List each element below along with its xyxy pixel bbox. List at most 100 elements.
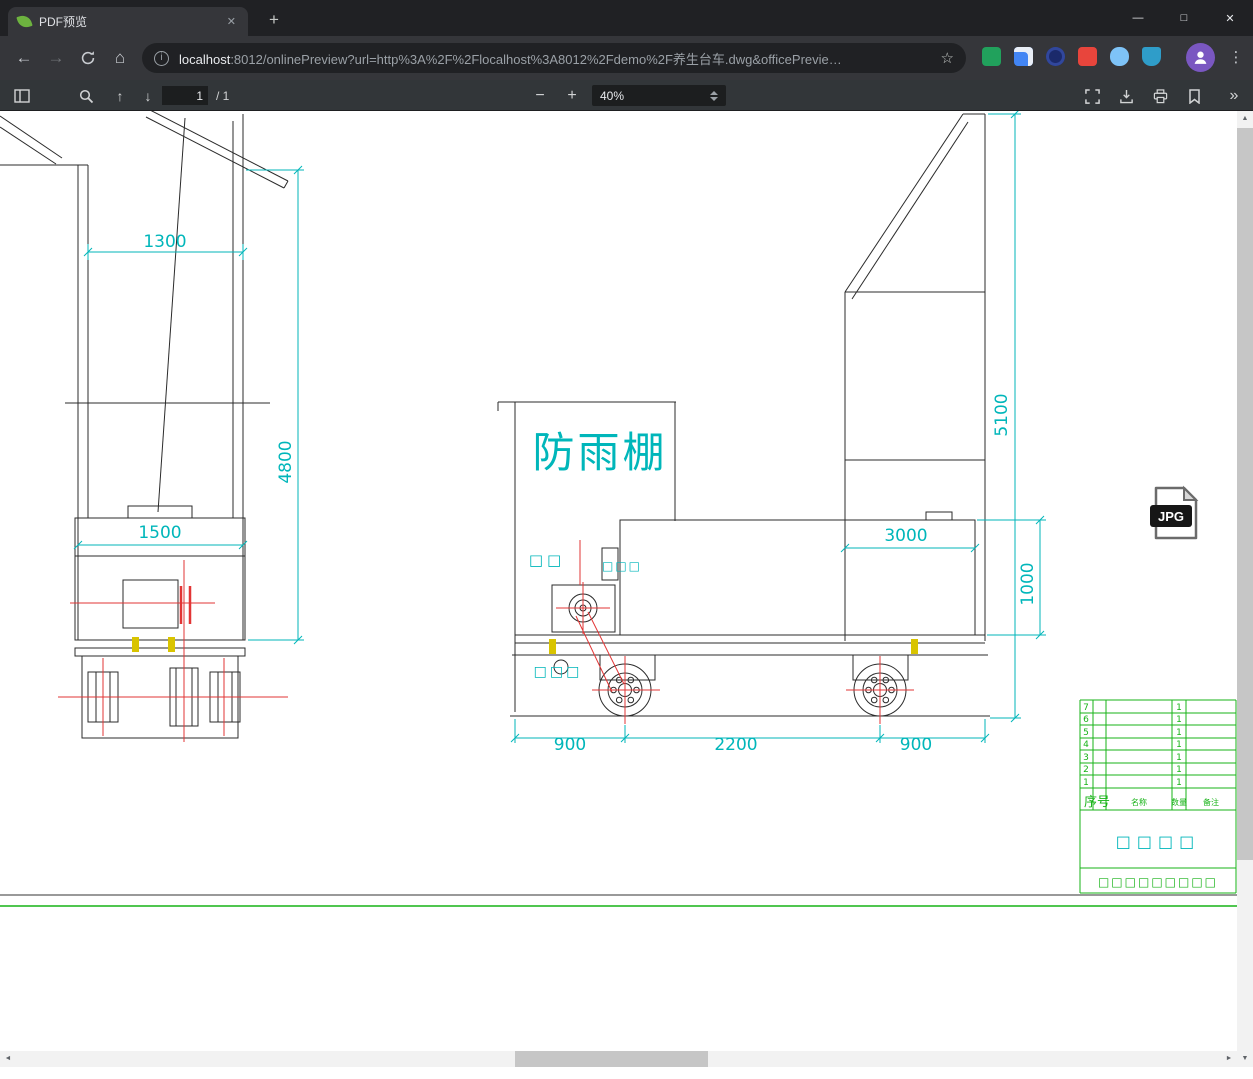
zoom-value: 40% bbox=[600, 88, 625, 103]
window-maximize-button[interactable]: □ bbox=[1161, 0, 1207, 36]
bookmark-icon[interactable] bbox=[1182, 84, 1206, 108]
extension-icon-4[interactable] bbox=[1078, 47, 1097, 66]
svg-text:1: 1 bbox=[1176, 778, 1182, 788]
url-path: :8012/onlinePreview?url=http%3A%2F%2Floc… bbox=[230, 51, 842, 67]
scroll-up-arrow[interactable]: ▲ bbox=[1237, 111, 1253, 127]
pdf-page-content: 1300 4800 1500 防雨棚 □□ □□□ □□□ 3000 1000 … bbox=[0, 111, 1237, 1051]
browser-navbar: ← → ⌂ i localhost:8012/onlinePreview?url… bbox=[0, 36, 1253, 80]
title-block-footer-tofu: □□□□□□□□□ bbox=[1098, 875, 1218, 889]
url-host: localhost bbox=[179, 51, 231, 67]
home-button[interactable]: ⌂ bbox=[106, 44, 134, 72]
svg-text:1: 1 bbox=[1176, 728, 1182, 738]
address-bar[interactable]: i localhost:8012/onlinePreview?url=http%… bbox=[142, 43, 966, 73]
zoom-out-button[interactable]: − bbox=[528, 84, 552, 108]
pdf-viewer-toolbar: ↑ ↓ / 1 − + 40% » bbox=[0, 80, 1253, 111]
col-note-header: 备注 bbox=[1203, 797, 1219, 807]
browser-tab[interactable]: PDF预览 ✕ bbox=[8, 7, 248, 36]
svg-text:3: 3 bbox=[1083, 753, 1089, 763]
title-block-title: □□□□ bbox=[1116, 832, 1200, 851]
extensions-area bbox=[982, 47, 1161, 66]
title-block: 7 6 5 4 3 2 1 1 1 1 1 1 1 1 序号 名称 数量 备注 … bbox=[1079, 699, 1237, 894]
svg-text:1: 1 bbox=[1176, 715, 1182, 725]
dim-total-height-label: 5100 bbox=[992, 393, 1012, 436]
zoom-spinner-icon bbox=[710, 90, 718, 101]
title-block-title-tofu: □□□□ bbox=[1116, 832, 1200, 851]
spring-leaf-favicon-icon bbox=[16, 13, 33, 30]
sidebar-toggle-icon[interactable] bbox=[10, 84, 34, 108]
window-minimize-button[interactable]: — bbox=[1115, 0, 1161, 36]
page-down-icon[interactable]: ↓ bbox=[136, 84, 160, 108]
vertical-scrollbar[interactable]: ▲ ▼ bbox=[1237, 111, 1253, 1067]
extension-icon-6[interactable] bbox=[1142, 47, 1161, 66]
horizontal-scroll-thumb[interactable] bbox=[515, 1051, 708, 1067]
scroll-right-arrow[interactable]: ► bbox=[1221, 1051, 1237, 1067]
person-icon bbox=[1194, 51, 1207, 64]
bookmark-star-icon[interactable]: ☆ bbox=[941, 49, 954, 67]
tofu-pair: □□ bbox=[529, 551, 565, 569]
centerlines bbox=[58, 540, 914, 742]
col-index-header: 序号 bbox=[1084, 795, 1110, 810]
url-text: localhost:8012/onlinePreview?url=http%3A… bbox=[179, 49, 931, 68]
print-icon[interactable] bbox=[1148, 84, 1172, 108]
svg-text:1: 1 bbox=[1083, 778, 1089, 788]
svg-text:1: 1 bbox=[1176, 753, 1182, 763]
window-close-button[interactable]: ✕ bbox=[1207, 0, 1253, 36]
svg-text:1: 1 bbox=[1176, 703, 1182, 713]
col-qty-header: 数量 bbox=[1171, 797, 1187, 807]
jpg-file-icon: JPG bbox=[1150, 485, 1199, 540]
fullscreen-icon[interactable] bbox=[1080, 84, 1104, 108]
dim-body-height-label: 1000 bbox=[1018, 562, 1038, 605]
svg-text:1: 1 bbox=[1176, 765, 1182, 775]
svg-text:4: 4 bbox=[1083, 740, 1089, 750]
svg-text:6: 6 bbox=[1083, 715, 1089, 725]
browser-titlebar: PDF预览 ✕ + — □ ✕ bbox=[0, 0, 1253, 36]
front-view-structure bbox=[0, 111, 289, 739]
svg-text:5: 5 bbox=[1083, 728, 1089, 738]
scroll-left-arrow[interactable]: ◄ bbox=[0, 1051, 16, 1067]
reload-icon bbox=[81, 51, 95, 65]
reload-button[interactable] bbox=[74, 44, 102, 72]
extension-icon-1[interactable] bbox=[982, 47, 1001, 66]
scroll-down-arrow[interactable]: ▼ bbox=[1237, 1051, 1253, 1067]
dim-top-width-label: 1300 bbox=[143, 232, 186, 252]
window-controls: — □ ✕ bbox=[1115, 0, 1253, 36]
rain-shed-label: 防雨棚 bbox=[532, 428, 667, 477]
find-icon[interactable] bbox=[74, 84, 98, 108]
page-info-icon[interactable]: i bbox=[154, 50, 169, 66]
browser-menu-icon[interactable]: ⋮ bbox=[1224, 44, 1248, 72]
more-tools-icon[interactable]: » bbox=[1222, 84, 1246, 108]
cad-drawing-canvas: 1300 4800 1500 防雨棚 □□ □□□ □□□ 3000 1000 … bbox=[0, 111, 1237, 907]
dim-body-length-label: 3000 bbox=[884, 526, 927, 546]
dim-height-label: 4800 bbox=[276, 440, 296, 483]
svg-text:1: 1 bbox=[1176, 740, 1182, 750]
extension-icon-5[interactable] bbox=[1110, 47, 1129, 66]
dim-wheelbase-label: 2200 bbox=[714, 735, 757, 755]
extension-icon-3[interactable] bbox=[1046, 47, 1065, 66]
page-number-input[interactable] bbox=[162, 86, 208, 105]
back-button[interactable]: ← bbox=[10, 44, 38, 72]
tofu-lower: □□□ bbox=[534, 664, 583, 680]
dim-mid-width-label: 1500 bbox=[138, 523, 181, 543]
col-name-header: 名称 bbox=[1131, 797, 1147, 807]
page-up-icon[interactable]: ↑ bbox=[108, 84, 132, 108]
sheet-border bbox=[0, 894, 1237, 907]
vertical-scroll-thumb[interactable] bbox=[1237, 128, 1253, 860]
tab-title: PDF预览 bbox=[39, 15, 88, 29]
profile-avatar[interactable] bbox=[1186, 43, 1215, 72]
dim-right-label: 900 bbox=[900, 735, 932, 755]
jpg-badge-label: JPG bbox=[1158, 509, 1184, 524]
page-count-label: / 1 bbox=[216, 89, 230, 103]
tofu-trio: □□□ bbox=[602, 559, 642, 573]
new-tab-button[interactable]: + bbox=[262, 9, 286, 33]
forward-button[interactable]: → bbox=[42, 44, 70, 72]
tab-close-icon[interactable]: ✕ bbox=[225, 13, 238, 30]
svg-text:7: 7 bbox=[1083, 703, 1089, 713]
dimension-annotations: 1300 4800 1500 防雨棚 □□ □□□ □□□ 3000 1000 … bbox=[73, 111, 1046, 755]
extension-icon-2[interactable] bbox=[1014, 47, 1033, 66]
save-icon[interactable] bbox=[1114, 84, 1138, 108]
zoom-in-button[interactable]: + bbox=[560, 84, 584, 108]
zoom-select[interactable]: 40% bbox=[592, 85, 726, 106]
svg-text:2: 2 bbox=[1083, 765, 1089, 775]
dim-left-label: 900 bbox=[554, 735, 586, 755]
horizontal-scrollbar[interactable]: ◄ ► bbox=[0, 1051, 1237, 1067]
